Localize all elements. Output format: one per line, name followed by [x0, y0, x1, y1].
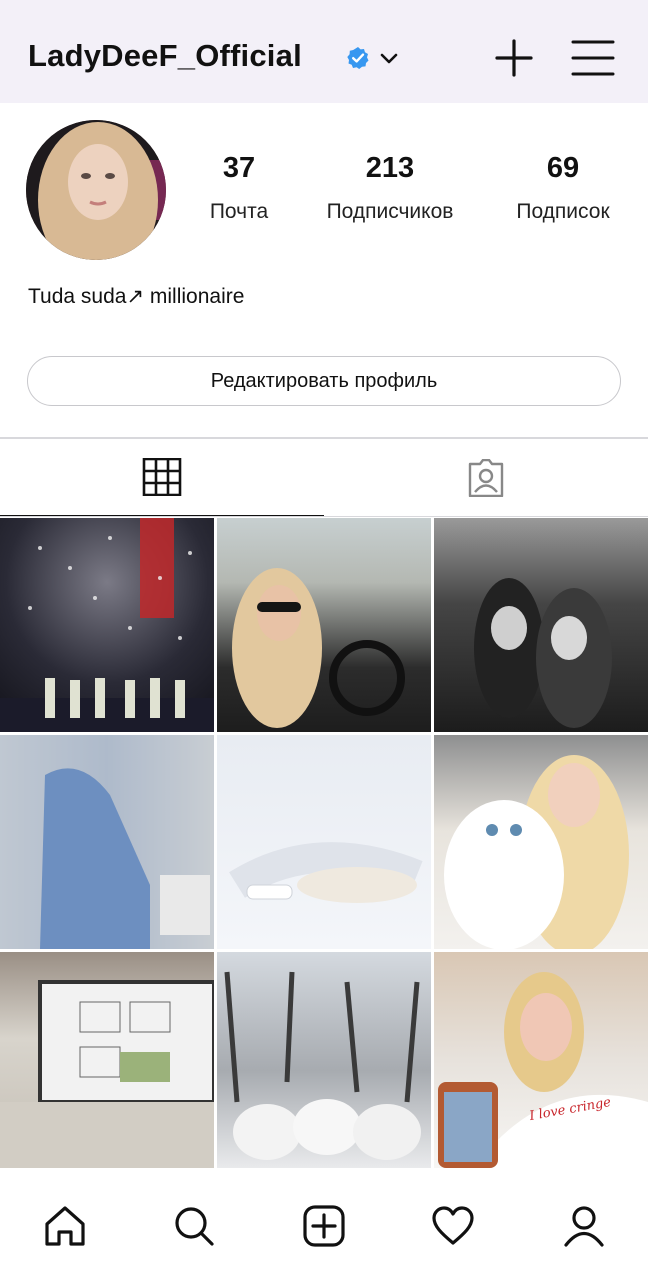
post-thumbnail[interactable] — [434, 518, 648, 732]
construction-photo — [224, 971, 421, 1160]
snow-photo — [229, 842, 423, 903]
chevron-down-icon[interactable] — [378, 47, 400, 69]
stat-posts-label: Почта — [209, 200, 269, 223]
post-thumbnail[interactable] — [434, 735, 648, 949]
selfie-photo — [438, 972, 648, 1168]
blueprints-photo — [0, 980, 214, 1168]
post-thumbnail[interactable] — [0, 518, 214, 732]
post-thumbnail[interactable]: I love cringe — [434, 952, 648, 1168]
divider — [0, 437, 648, 439]
new-post-icon[interactable] — [494, 38, 534, 78]
divider — [0, 516, 648, 517]
post-thumbnail[interactable] — [0, 735, 214, 949]
hoodie-photo — [0, 735, 214, 949]
username-title[interactable]: LadyDeeF_Official — [28, 38, 302, 74]
friends-photo — [474, 578, 612, 728]
stat-following-value: 69 — [546, 152, 580, 184]
stat-following-label: Подписок — [516, 200, 610, 223]
avatar-photo — [26, 120, 166, 260]
edit-profile-button[interactable]: Редактировать профиль — [27, 356, 621, 406]
stat-followers-value: 213 — [365, 152, 415, 184]
post-thumbnail[interactable] — [217, 518, 431, 732]
stat-followers-label: Подписчиков — [326, 200, 454, 223]
cat-photo — [444, 755, 629, 949]
home-icon[interactable] — [43, 1204, 87, 1248]
posts-grid: I love cringe — [0, 518, 648, 1168]
stat-followers[interactable]: 213 Подписчиков — [307, 150, 473, 224]
activity-heart-icon[interactable] — [431, 1204, 475, 1248]
grid-icon[interactable] — [142, 458, 182, 496]
stat-following[interactable]: 69 Подписок — [500, 150, 626, 224]
search-icon[interactable] — [172, 1204, 216, 1248]
profile-icon[interactable] — [562, 1204, 606, 1248]
profile-avatar[interactable] — [26, 120, 166, 260]
stat-posts-value: 37 — [222, 152, 256, 184]
profile-bio: Tuda suda↗ millionaire — [28, 285, 245, 308]
concert-photo — [0, 518, 214, 732]
car-photo — [232, 568, 405, 728]
post-thumbnail[interactable] — [217, 952, 431, 1168]
profile-header: LadyDeeF_Official — [0, 0, 648, 103]
stat-posts[interactable]: 37 Почта — [199, 150, 279, 224]
hamburger-menu-icon[interactable] — [571, 38, 615, 78]
new-post-icon[interactable] — [302, 1204, 346, 1248]
verified-badge-icon — [347, 47, 369, 69]
post-thumbnail[interactable] — [217, 735, 431, 949]
tagged-icon[interactable] — [466, 459, 506, 497]
post-thumbnail[interactable] — [0, 952, 214, 1168]
